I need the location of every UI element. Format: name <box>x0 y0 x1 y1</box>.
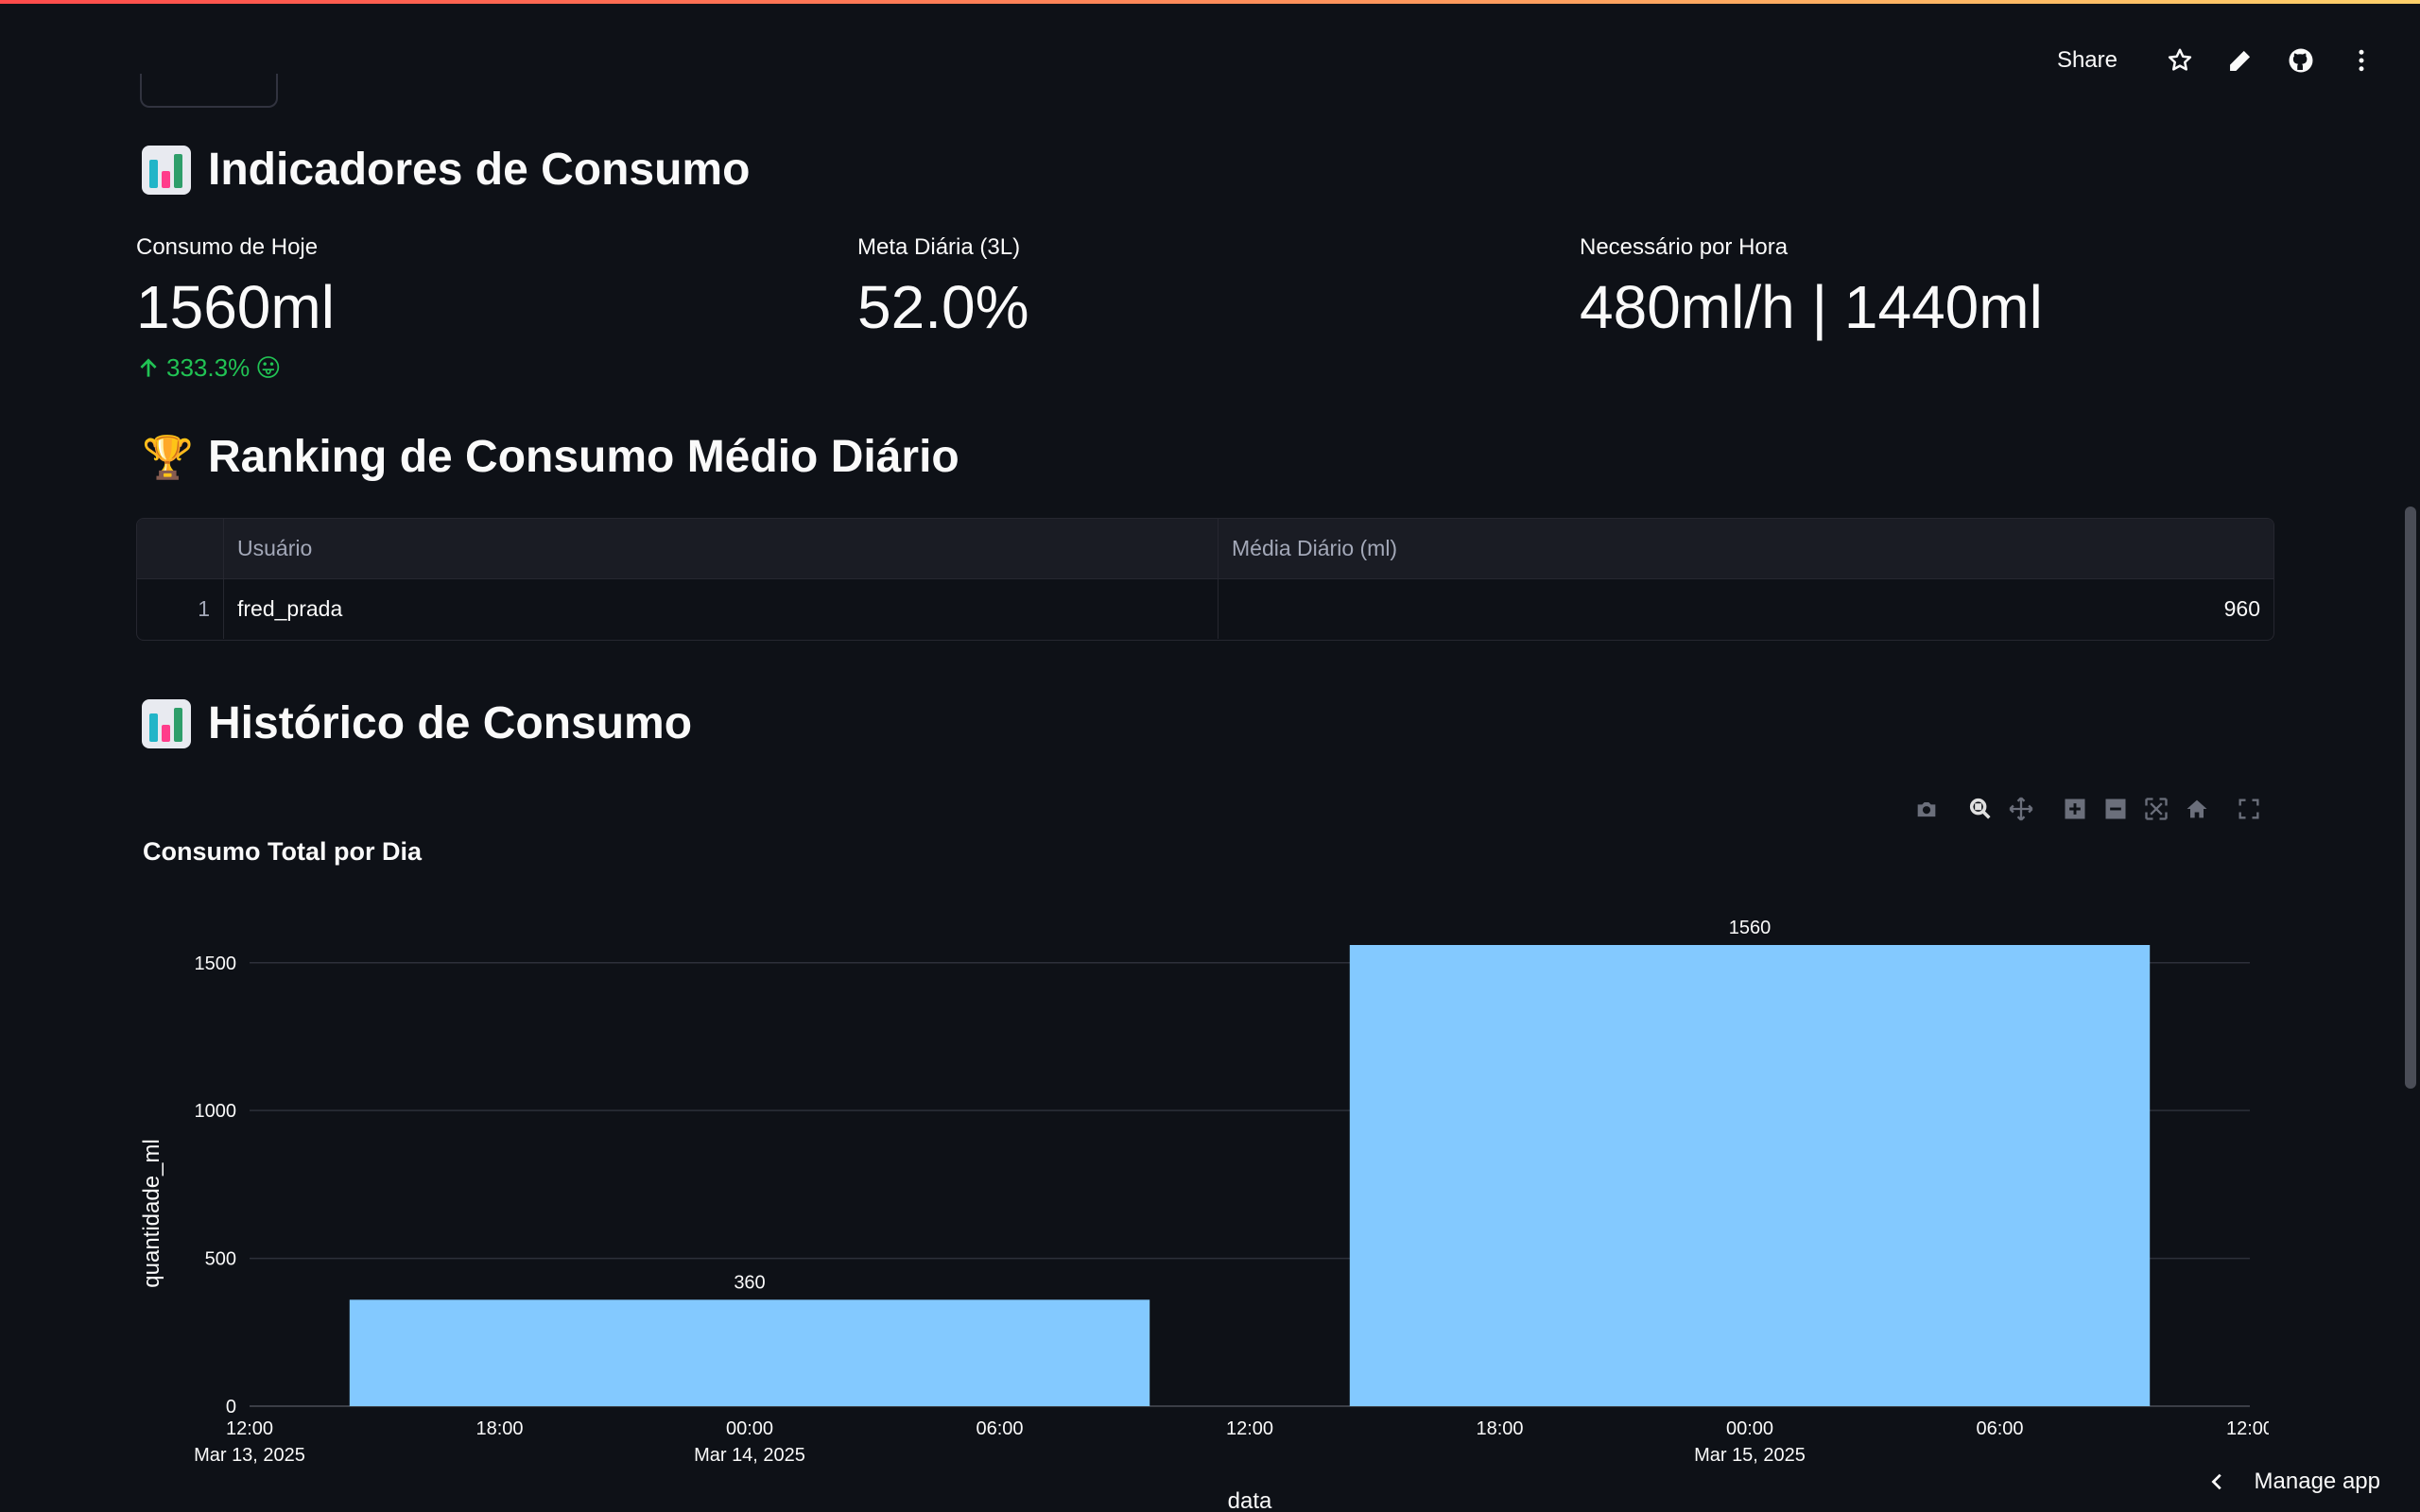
share-button[interactable]: Share <box>2057 47 2118 74</box>
zoom-in-icon[interactable] <box>2054 792 2095 826</box>
row-index: 1 <box>137 579 224 639</box>
home-icon[interactable] <box>2176 792 2217 826</box>
x-axis-title: data <box>1228 1488 1272 1512</box>
metric-label: Necessário por Hora <box>1580 234 1789 260</box>
app-toolbar: Share <box>2057 38 2392 83</box>
x-tick-label: 18:00 <box>475 1418 523 1439</box>
bar-chart: 360 1560 0 500 1000 1500 12:00 Mar 13, 2025 18:… <box>139 918 2269 1512</box>
index-header <box>137 519 224 578</box>
expander-bottom-edge <box>140 74 278 108</box>
manage-app-button[interactable]: Manage app <box>2207 1469 2380 1495</box>
x-tick-date-label: Mar 14, 2025 <box>694 1445 805 1466</box>
table-header-row: Usuário Média Diário (ml) <box>137 519 2273 579</box>
column-header-media[interactable]: Média Diário (ml) <box>1219 519 2273 578</box>
github-icon[interactable] <box>2271 38 2331 83</box>
y-tick-label: 500 <box>205 1249 236 1270</box>
metric-value: 1560ml <box>136 273 335 341</box>
page-scrollbar[interactable] <box>2405 507 2416 1089</box>
cell-usuario[interactable]: fred_prada <box>224 579 1219 639</box>
zoom-out-icon[interactable] <box>2095 792 2135 826</box>
metric-meta-diaria: Meta Diária (3L) 52.0% <box>857 234 1028 340</box>
history-heading: Histórico de Consumo <box>142 697 692 749</box>
modebar-spacer <box>1946 792 1960 826</box>
y-tick-label: 1000 <box>195 1101 237 1122</box>
star-icon[interactable] <box>2150 38 2210 83</box>
bar-chart-emoji-icon <box>142 698 191 748</box>
x-tick-label: 12:00 <box>1226 1418 1273 1439</box>
column-header-usuario[interactable]: Usuário <box>224 519 1219 578</box>
ranking-title: Ranking de Consumo Médio Diário <box>208 432 959 482</box>
fullscreen-icon[interactable] <box>2228 792 2269 826</box>
x-tick-label: 12:00 <box>2226 1418 2269 1439</box>
x-tick-label: 12:00 <box>226 1418 273 1439</box>
autoscale-icon[interactable] <box>2135 792 2176 826</box>
modebar-spacer <box>2041 792 2054 826</box>
x-tick-date-label: Mar 15, 2025 <box>1694 1445 1806 1466</box>
zoom-icon[interactable] <box>1960 792 2000 826</box>
metric-label: Consumo de Hoje <box>136 234 319 260</box>
pan-icon[interactable] <box>2000 792 2041 826</box>
chart-bar <box>349 1299 1150 1406</box>
chart-modebar <box>1906 792 2269 826</box>
metric-necessario-hora: Necessário por Hora 480ml/h | 1440ml <box>1580 234 2043 340</box>
x-tick-label: 00:00 <box>1726 1418 1773 1439</box>
x-tick-date-label: Mar 13, 2025 <box>194 1445 305 1466</box>
y-axis-title: quantidade_ml <box>139 1139 164 1287</box>
chevron-left-icon <box>2211 1473 2221 1490</box>
bar-value-label: 1560 <box>1729 918 1772 938</box>
x-tick-label: 18:00 <box>1476 1418 1523 1439</box>
indicators-heading: Indicadores de Consumo <box>142 144 750 196</box>
y-tick-label: 0 <box>226 1397 236 1418</box>
metric-delta: 333.3% 😛 <box>136 353 335 383</box>
modebar-spacer <box>2217 792 2228 826</box>
x-tick-label: 06:00 <box>1976 1418 2023 1439</box>
bar-value-label: 360 <box>734 1272 765 1293</box>
metric-value: 52.0% <box>857 273 1029 341</box>
metric-value: 480ml/h | 1440ml <box>1580 273 2043 341</box>
metric-label: Meta Diária (3L) <box>857 234 1021 260</box>
camera-icon[interactable] <box>1906 792 1946 826</box>
chart-title: Consumo Total por Dia <box>143 837 422 866</box>
metric-consumo-hoje: Consumo de Hoje 1560ml 333.3% 😛 <box>136 234 335 383</box>
y-tick-label: 1500 <box>195 954 237 974</box>
bar-chart-emoji-icon <box>142 145 191 195</box>
history-title: Histórico de Consumo <box>208 698 693 748</box>
metric-delta-value: 333.3% <box>166 353 251 383</box>
arrow-up-icon <box>140 358 157 377</box>
more-vertical-icon[interactable] <box>2331 38 2392 83</box>
chart-bar <box>1349 945 2151 1406</box>
cell-media[interactable]: 960 <box>1219 579 2273 639</box>
indicators-title: Indicadores de Consumo <box>208 145 751 195</box>
top-decoration-bar <box>0 0 2420 4</box>
x-tick-label: 00:00 <box>726 1418 773 1439</box>
tongue-emoji-icon: 😛 <box>255 353 282 383</box>
table-row[interactable]: 1 fred_prada 960 <box>137 579 2273 639</box>
ranking-table[interactable]: Usuário Média Diário (ml) 1 fred_prada 9… <box>136 518 2274 641</box>
edit-icon[interactable] <box>2210 38 2271 83</box>
ranking-heading: 🏆 Ranking de Consumo Médio Diário <box>142 431 959 483</box>
x-tick-label: 06:00 <box>976 1418 1023 1439</box>
trophy-icon: 🏆 <box>142 434 194 481</box>
manage-app-label: Manage app <box>2254 1469 2380 1494</box>
